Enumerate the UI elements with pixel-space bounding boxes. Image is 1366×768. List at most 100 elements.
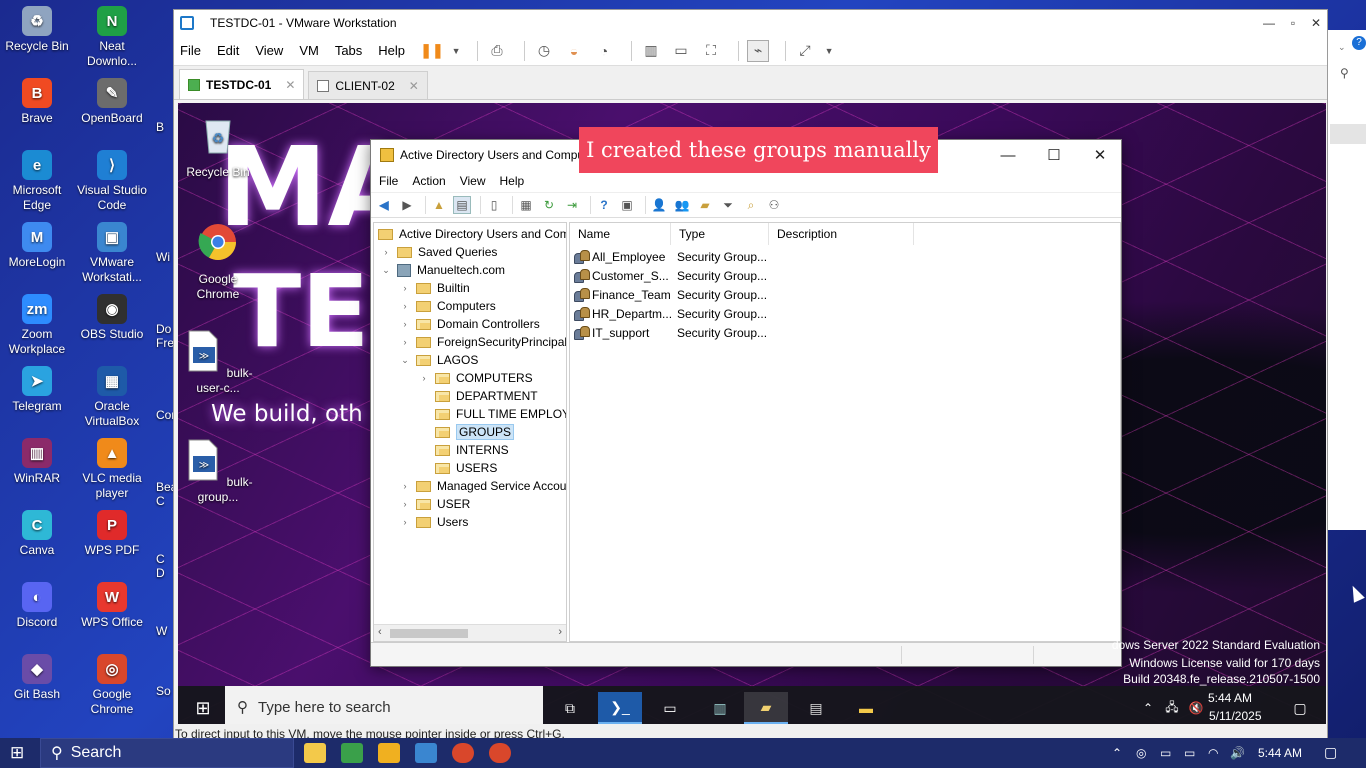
menu-action[interactable]: Action (412, 174, 445, 188)
expand-icon[interactable]: › (399, 481, 411, 491)
start-icon[interactable]: ⊞ (10, 743, 24, 763)
pause-icon[interactable]: ❚❚ (420, 40, 443, 62)
search-icon[interactable]: ⚲ (1340, 66, 1349, 80)
host-icon-zoom-workplace[interactable]: zm Zoom Workplace (1, 294, 73, 357)
close-icon[interactable]: ✕ (285, 78, 295, 92)
chevron-down-icon[interactable]: ⌄ (1338, 42, 1346, 53)
column-header-type[interactable]: Type (671, 223, 769, 245)
help-icon[interactable]: ? (1352, 36, 1366, 50)
column-header-name[interactable]: Name (570, 223, 671, 245)
collapse-icon[interactable]: ⌄ (399, 355, 411, 366)
host-icon-git-bash[interactable]: ◆ Git Bash (1, 654, 73, 702)
guest-clock-time[interactable]: 5:44 AM (1208, 691, 1252, 705)
volume-muted-icon[interactable]: 🔇 (1186, 692, 1206, 724)
expand-icon[interactable]: › (380, 247, 392, 257)
cmd-icon[interactable]: ▭ (648, 692, 692, 724)
host-icon-oracle-virtualbox[interactable]: ▦ Oracle VirtualBox (76, 366, 148, 429)
host-icon-discord[interactable]: ◐ Discord (1, 582, 73, 630)
file-explorer-icon[interactable] (304, 743, 326, 763)
new-user-icon[interactable]: 👤 (650, 196, 668, 214)
host-icon-wps-pdf[interactable]: P WPS PDF (76, 510, 148, 558)
host-icon-wps-office[interactable]: W WPS Office (76, 582, 148, 630)
tree-node-groups[interactable]: GROUPS (418, 423, 515, 441)
menu-file[interactable]: File (379, 174, 398, 188)
expand-icon[interactable]: › (399, 319, 411, 329)
close-icon[interactable]: ✕ (409, 79, 419, 93)
close-icon[interactable]: ✕ (1077, 140, 1123, 170)
host-icon-canva[interactable]: C Canva (1, 510, 73, 558)
expand-icon[interactable]: › (418, 373, 430, 383)
tree-node-full-time-employe[interactable]: FULL TIME EMPLOYE (418, 405, 566, 423)
app-icon[interactable] (341, 743, 363, 763)
chevron-up-icon[interactable]: ⌃ (1112, 746, 1122, 760)
back-icon[interactable]: ◀ (375, 196, 393, 214)
aduc-taskbar-icon[interactable]: ▰ (744, 692, 788, 724)
show-tree-icon[interactable]: ▤ (453, 196, 471, 214)
menu-help[interactable]: Help (378, 43, 405, 58)
menu-help[interactable]: Help (500, 174, 525, 188)
collapse-icon[interactable]: ⌄ (380, 265, 392, 276)
wifi-icon[interactable]: ◠ (1208, 746, 1218, 760)
add-to-group-icon[interactable]: ⚇ (765, 196, 783, 214)
new-ou-icon[interactable]: ▰ (696, 196, 714, 214)
thumbnail-view-icon[interactable]: ▭ (670, 40, 692, 62)
horizontal-scrollbar[interactable]: ‹ › (374, 624, 566, 641)
notification-icon[interactable]: ▢ (1324, 744, 1337, 761)
guest-display[interactable]: MA TE We build, oth ♻ Recycle Bin Google… (178, 103, 1326, 728)
table-row[interactable]: IT_support Security Group... (574, 323, 1114, 342)
tree-node-users[interactable]: USERS (418, 459, 497, 477)
app-icon[interactable] (378, 743, 400, 763)
refresh-icon[interactable]: ↻ (540, 196, 558, 214)
tree-node-saved-queries[interactable]: › Saved Queries (380, 243, 498, 261)
fullscreen-icon[interactable]: ⛶ (700, 40, 722, 62)
forward-icon[interactable]: ▶ (398, 196, 416, 214)
expand-icon[interactable]: › (399, 499, 411, 509)
tree-node-builtin[interactable]: › Builtin (399, 279, 470, 297)
host-icon-google-chrome[interactable]: ◎ Google Chrome (76, 654, 148, 717)
chevron-down-icon[interactable]: ▼ (824, 40, 834, 62)
table-row[interactable]: Customer_S... Security Group... (574, 266, 1114, 285)
host-icon-telegram[interactable]: ➤ Telegram (1, 366, 73, 414)
column-header-description[interactable]: Description (769, 223, 914, 245)
host-icon-vlc-media-player[interactable]: ▲ VLC media player (76, 438, 148, 501)
chevron-down-icon[interactable]: ▼ (451, 40, 461, 62)
expand-icon[interactable]: › (399, 337, 411, 347)
table-row[interactable]: HR_Departm... Security Group... (574, 304, 1114, 323)
tree-node-manueltech-com[interactable]: ⌄ Manueltech.com (380, 261, 505, 279)
tree-node-computers[interactable]: › Computers (399, 297, 496, 315)
guest-bulk-user-script[interactable]: ≫ bulk-user-c... (178, 329, 258, 396)
scroll-right-icon[interactable]: › (558, 626, 562, 638)
snapshot-icon[interactable]: ◷ (533, 40, 555, 62)
host-icon-microsoft-edge[interactable]: e Microsoft Edge (1, 150, 73, 213)
help-icon[interactable]: ? (595, 196, 613, 214)
clipboard-icon[interactable]: ▯ (485, 196, 503, 214)
minimize-icon[interactable]: — (1257, 10, 1281, 36)
tab-testdc-01[interactable]: TESTDC-01 ✕ (179, 69, 305, 99)
tree-node-computers[interactable]: › COMPUTERS (418, 369, 533, 387)
send-ctrl-alt-del-icon[interactable]: ⎙ (486, 40, 508, 62)
host-icon-recycle-bin[interactable]: ♻ Recycle Bin (1, 6, 73, 54)
find-icon[interactable]: ⌕ (742, 196, 760, 214)
powershell-icon[interactable]: ❯_ (598, 692, 642, 724)
menu-file[interactable]: File (180, 43, 201, 58)
server-manager-icon[interactable]: ▥ (698, 692, 742, 724)
menu-tabs[interactable]: Tabs (335, 43, 362, 58)
table-row[interactable]: All_Employee Security Group... (574, 247, 1114, 266)
host-icon-brave[interactable]: B Brave (1, 78, 73, 126)
host-icon-visual-studio-code[interactable]: ⟩ Visual Studio Code (76, 150, 148, 213)
start-icon[interactable]: ⊞ (181, 692, 225, 724)
vmware-icon[interactable] (415, 743, 437, 763)
tree-node-lagos[interactable]: ⌄ LAGOS (399, 351, 478, 369)
chrome-icon[interactable] (489, 743, 511, 763)
tree-node-active-directory-users-and-com[interactable]: Active Directory Users and Com (378, 225, 566, 243)
host-clock-time[interactable]: 5:44 AM (1258, 746, 1302, 760)
network-icon[interactable]: 🖧 (1162, 692, 1182, 724)
new-group-icon[interactable]: 👥 (673, 196, 691, 214)
close-icon[interactable]: ✕ (1304, 10, 1328, 36)
expand-icon[interactable]: › (399, 301, 411, 311)
filter-icon[interactable]: ⏷ (719, 196, 737, 214)
up-folder-icon[interactable]: ▲ (430, 196, 448, 214)
menu-edit[interactable]: Edit (217, 43, 239, 58)
export-list-icon[interactable]: ⇥ (563, 196, 581, 214)
guest-search-box[interactable]: ⚲ Type here to search (225, 686, 543, 728)
